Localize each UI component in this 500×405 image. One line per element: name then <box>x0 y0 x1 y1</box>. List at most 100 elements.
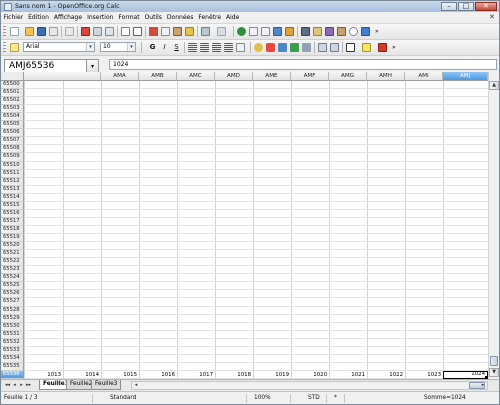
selection-mode-status[interactable]: STD <box>305 394 327 403</box>
row-header-65527[interactable]: 65527 <box>1 298 24 307</box>
row-header-65533[interactable]: 65533 <box>1 346 24 355</box>
next-sheet-icon[interactable]: ▸ <box>18 381 25 389</box>
hyperlink-icon[interactable] <box>237 27 246 36</box>
row-header-65520[interactable]: 65520 <box>1 242 24 251</box>
clone-formatting-icon[interactable] <box>185 27 194 36</box>
row-header-65535[interactable]: 65535 <box>1 362 24 371</box>
gallery-icon[interactable] <box>325 27 334 36</box>
save-icon[interactable] <box>37 27 46 36</box>
zoom-icon[interactable] <box>349 27 358 36</box>
menu-affichage[interactable]: Affichage <box>51 14 84 21</box>
row-header-65534[interactable]: 65534 <box>1 354 24 363</box>
row-header-65513[interactable]: 65513 <box>1 185 24 194</box>
row-header-65524[interactable]: 65524 <box>1 274 24 283</box>
increase-indent-icon[interactable] <box>330 43 339 52</box>
formula-input[interactable]: 1024 <box>109 59 497 70</box>
scroll-right-icon[interactable]: ▸ <box>479 382 487 389</box>
last-sheet-icon[interactable]: ▸▸ <box>25 381 32 389</box>
scroll-left-icon[interactable]: ◂ <box>132 382 140 389</box>
underline-button[interactable]: S <box>172 43 181 52</box>
add-decimal-icon[interactable] <box>290 43 299 52</box>
column-header-amg[interactable]: AMG <box>329 72 367 81</box>
column-header-ame[interactable]: AME <box>253 72 291 81</box>
paste-icon[interactable] <box>173 27 182 36</box>
row-header-65521[interactable]: 65521 <box>1 250 24 259</box>
help-icon[interactable] <box>361 27 370 36</box>
cell[interactable]: 1021 <box>329 371 367 379</box>
row-header-65511[interactable]: 65511 <box>1 169 24 178</box>
row-header-65508[interactable]: 65508 <box>1 145 24 154</box>
chevron-down-icon[interactable]: ▾ <box>86 43 94 51</box>
row-header-65510[interactable]: 65510 <box>1 161 24 170</box>
redo-icon[interactable] <box>217 27 226 36</box>
column-header-ama[interactable]: AMA <box>101 72 139 81</box>
background-color-icon[interactable] <box>362 43 371 52</box>
row-header-65509[interactable]: 65509 <box>1 153 24 162</box>
page-style-status[interactable]: Standard <box>107 394 247 403</box>
row-header-65525[interactable]: 65525 <box>1 282 24 291</box>
row-header-65517[interactable]: 65517 <box>1 217 24 226</box>
row-header-65512[interactable]: 65512 <box>1 177 24 186</box>
sheet-tab-feuille3[interactable]: Feuille3 <box>91 380 122 390</box>
navigator-icon[interactable] <box>313 27 322 36</box>
vertical-scrollbar[interactable]: ▲ ▼ <box>488 72 499 379</box>
column-header-amb[interactable]: AMB <box>139 72 177 81</box>
toolbar-grip[interactable] <box>3 42 6 53</box>
menu-fichier[interactable]: Fichier <box>1 14 26 21</box>
cell[interactable]: 1015 <box>101 371 139 379</box>
scroll-down-icon[interactable]: ▼ <box>489 368 499 377</box>
first-sheet-icon[interactable]: ◂◂ <box>4 381 11 389</box>
menu-donnees[interactable]: Données <box>164 14 195 21</box>
row-header-65503[interactable]: 65503 <box>1 105 24 114</box>
percent-format-icon[interactable] <box>266 43 275 52</box>
print-preview-icon[interactable] <box>105 27 114 36</box>
previous-sheet-icon[interactable]: ◂ <box>11 381 18 389</box>
toolbar-grip[interactable] <box>3 26 6 37</box>
row-header-65502[interactable]: 65502 <box>1 97 24 106</box>
cell[interactable]: 1019 <box>253 371 291 379</box>
align-left-icon[interactable] <box>188 43 197 52</box>
new-document-icon[interactable] <box>10 27 19 36</box>
email-icon[interactable] <box>49 27 58 36</box>
column-header-amh[interactable]: AMH <box>367 72 405 81</box>
sort-descending-icon[interactable] <box>261 27 270 36</box>
cell[interactable]: 1017 <box>177 371 215 379</box>
select-all-corner[interactable] <box>1 72 24 81</box>
row-header-65507[interactable]: 65507 <box>1 137 24 146</box>
menu-format[interactable]: Format <box>116 14 142 21</box>
align-right-icon[interactable] <box>212 43 221 52</box>
edit-file-icon[interactable] <box>65 27 74 36</box>
row-header-65531[interactable]: 65531 <box>1 330 24 339</box>
column-header-amc[interactable]: AMC <box>177 72 215 81</box>
row-header-65528[interactable]: 65528 <box>1 306 24 315</box>
merge-cells-icon[interactable] <box>236 43 245 52</box>
menu-outils[interactable]: Outils <box>142 14 164 21</box>
font-size-select[interactable]: 10 ▾ <box>100 42 136 52</box>
justify-icon[interactable] <box>224 43 233 52</box>
undo-icon[interactable] <box>201 27 210 36</box>
row-header-65530[interactable]: 65530 <box>1 322 24 331</box>
row-header-65514[interactable]: 65514 <box>1 193 24 202</box>
row-header-65519[interactable]: 65519 <box>1 234 24 243</box>
chevron-down-icon[interactable]: ▾ <box>127 43 135 51</box>
cut-icon[interactable] <box>149 27 158 36</box>
align-center-icon[interactable] <box>200 43 209 52</box>
insert-chart-icon[interactable] <box>273 27 282 36</box>
menu-edition[interactable]: Édition <box>26 14 52 21</box>
row-header-65518[interactable]: 65518 <box>1 225 24 235</box>
bold-button[interactable]: G <box>148 43 157 52</box>
cell[interactable]: 1016 <box>139 371 177 379</box>
row-header-65500[interactable]: 65500 <box>1 81 24 90</box>
menu-fenetre[interactable]: Fenêtre <box>196 14 224 21</box>
standard-format-icon[interactable] <box>278 43 287 52</box>
cell[interactable]: 1020 <box>291 371 329 379</box>
column-header-amd[interactable]: AMD <box>215 72 253 81</box>
minimize-button[interactable]: – <box>441 2 457 11</box>
print-icon[interactable] <box>93 27 102 36</box>
menu-insertion[interactable]: Insertion <box>85 14 116 21</box>
autospellcheck-icon[interactable] <box>133 27 142 36</box>
font-color-icon[interactable] <box>378 43 387 52</box>
find-replace-icon[interactable] <box>301 27 310 36</box>
cell[interactable]: 1022 <box>367 371 405 379</box>
styles-formatting-icon[interactable] <box>10 43 19 52</box>
